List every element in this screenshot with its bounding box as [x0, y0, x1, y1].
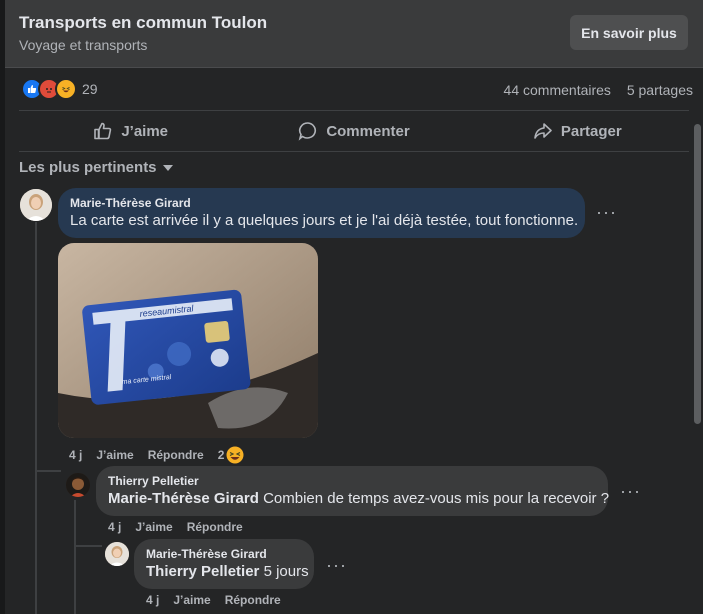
comment-bubble: Marie-Thérèse Girard La carte est arrivé…: [58, 188, 585, 238]
scrollbar[interactable]: [694, 124, 701, 424]
share-button[interactable]: Partager: [466, 112, 689, 150]
page-header: Transports en commun Toulon Voyage et tr…: [5, 0, 703, 68]
post-panel: Transports en commun Toulon Voyage et tr…: [5, 0, 703, 614]
comment-time[interactable]: 4 j: [69, 448, 82, 462]
laughing-face-icon: [62, 87, 70, 93]
comment-meta: 4 j J’aime Répondre: [146, 593, 295, 607]
comment-sort-dropdown[interactable]: Les plus pertinents: [19, 159, 173, 176]
post-actions: J’aime Commenter Partager: [19, 112, 689, 150]
comment-author[interactable]: Marie-Thérèse Girard: [146, 547, 302, 561]
profile-photo: [105, 542, 129, 566]
comment-like-button[interactable]: J’aime: [96, 448, 133, 462]
reaction-summary[interactable]: 29: [21, 78, 98, 100]
comment-like-button[interactable]: J’aime: [135, 520, 172, 534]
thread-line: [74, 545, 102, 547]
comments-count[interactable]: 44 commentaires: [504, 82, 611, 98]
learn-more-button[interactable]: En savoir plus: [570, 15, 688, 50]
reply-text: Combien de temps avez-vous mis pour la r…: [263, 490, 610, 507]
avatar[interactable]: [105, 542, 129, 566]
profile-photo: [66, 473, 90, 497]
avatar[interactable]: [66, 473, 90, 497]
chevron-down-icon: [162, 164, 173, 171]
thumbs-up-icon: [28, 85, 37, 93]
comment-time[interactable]: 4 j: [146, 593, 159, 607]
haha-icon: [226, 446, 244, 464]
more-options-button[interactable]: ···: [326, 555, 347, 576]
comment-meta: 4 j J’aime Répondre 2: [69, 446, 244, 464]
comment-reply-button[interactable]: Répondre: [225, 593, 281, 607]
comment-reply-button[interactable]: Répondre: [187, 520, 243, 534]
angry-face-icon: [46, 88, 52, 93]
transit-card-image: reseaumistral ma carte mistral: [58, 243, 318, 438]
share-label: Partager: [560, 122, 622, 140]
thread-line: [74, 500, 76, 614]
shares-count[interactable]: 5 partages: [627, 82, 693, 98]
reply-text: 5 jours: [263, 563, 309, 580]
comment-reaction-count[interactable]: 2: [218, 448, 225, 462]
comment-like-button[interactable]: J’aime: [173, 593, 210, 607]
comment-label: Commenter: [326, 122, 410, 140]
thumbs-up-icon: [94, 122, 112, 140]
divider: [19, 151, 689, 152]
more-options-button[interactable]: ···: [620, 481, 641, 502]
thread-line: [35, 222, 37, 614]
share-icon: [534, 123, 552, 139]
comment-button[interactable]: Commenter: [242, 112, 465, 150]
page-title[interactable]: Transports en commun Toulon: [19, 13, 267, 33]
comment-photo[interactable]: reseaumistral ma carte mistral: [58, 243, 318, 438]
comment-icon: [298, 122, 317, 141]
comment-meta: 4 j J’aime Répondre: [108, 520, 257, 534]
comment-text: La carte est arrivée il y a quelques jou…: [70, 212, 579, 229]
comment-time[interactable]: 4 j: [108, 520, 121, 534]
profile-photo: [20, 189, 52, 221]
reaction-count[interactable]: 29: [82, 81, 98, 97]
comment-author[interactable]: Thierry Pelletier: [108, 474, 596, 488]
sort-label: Les plus pertinents: [19, 159, 157, 176]
like-label: J’aime: [121, 122, 169, 140]
reply-bubble: Marie-Thérèse Girard Thierry Pelletier 5…: [134, 539, 314, 589]
haha-icon: [55, 78, 77, 100]
comment-text: Thierry Pelletier 5 jours: [146, 563, 309, 580]
engagement-counts: 44 commentaires 5 partages: [492, 82, 693, 98]
like-button[interactable]: J’aime: [19, 112, 242, 150]
mention-link[interactable]: Marie-Thérèse Girard: [108, 490, 259, 507]
mention-link[interactable]: Thierry Pelletier: [146, 563, 259, 580]
avatar[interactable]: [20, 189, 52, 221]
divider: [19, 110, 689, 111]
thread-line: [35, 470, 61, 472]
comment-reply-button[interactable]: Répondre: [148, 448, 204, 462]
more-options-button[interactable]: ···: [596, 202, 617, 223]
comment-author[interactable]: Marie-Thérèse Girard: [70, 196, 573, 210]
page-category: Voyage et transports: [19, 37, 148, 53]
reply-bubble: Thierry Pelletier Marie-Thérèse Girard C…: [96, 466, 609, 516]
comment-text: Marie-Thérèse Girard Combien de temps av…: [108, 490, 609, 507]
